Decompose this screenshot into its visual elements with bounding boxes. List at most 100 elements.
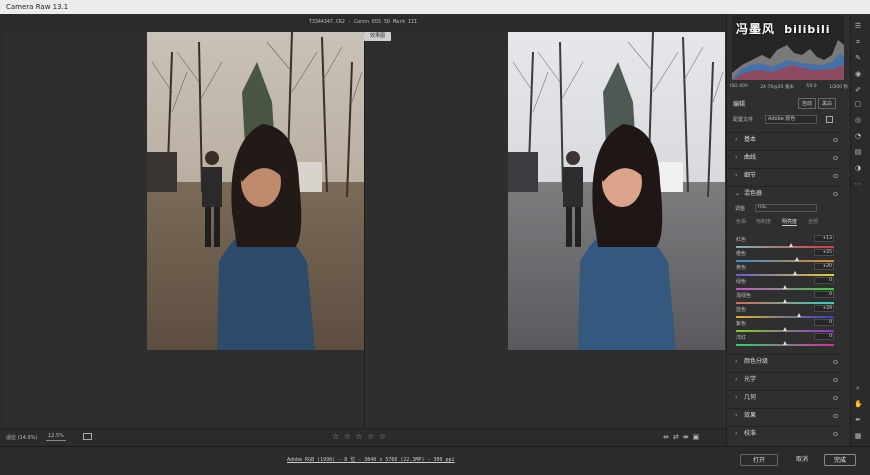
hsl-slider-row[interactable]: 浅绿色 0 <box>736 291 834 306</box>
slider-value-input[interactable]: 0 <box>814 291 834 298</box>
eye-icon[interactable] <box>833 138 838 142</box>
done-button[interactable]: 完成 <box>824 454 856 466</box>
tab-luminance[interactable]: 明亮度 <box>782 218 798 226</box>
hsl-slider-row[interactable]: 橙色 +25 <box>736 249 834 264</box>
spot-removal-icon[interactable]: ✎ <box>854 54 862 62</box>
hsl-slider-row[interactable]: 红色 +13 <box>736 235 834 250</box>
section-geometry[interactable]: › 几何 <box>728 390 840 404</box>
slider-value-input[interactable]: +20 <box>814 263 834 270</box>
eye-icon[interactable] <box>833 192 838 196</box>
profile-select[interactable]: Adobe 颜色 <box>765 115 817 124</box>
slider-thumb[interactable] <box>783 285 787 289</box>
eye-icon[interactable] <box>833 174 838 178</box>
section-label: 混色器 <box>744 190 763 197</box>
slider-value-input[interactable]: +13 <box>814 235 834 242</box>
section-effects[interactable]: › 效果 <box>728 408 840 422</box>
eye-redeye-icon[interactable]: ◔ <box>854 132 862 140</box>
file-name: T3344347.CR2 - Canon EOS 5D Mark III <box>308 19 418 25</box>
hsl-slider-row[interactable]: 紫色 0 <box>736 319 834 334</box>
section-basic[interactable]: › 基本 <box>728 132 840 146</box>
hsl-slider-row[interactable]: 绿色 0 <box>736 277 834 292</box>
workflow-options-link[interactable]: Adobe RGB (1998) - 8 位 - 3840 x 5760 (22… <box>287 456 455 463</box>
section-color-mixer[interactable]: ⌄ 混色器 <box>728 186 840 200</box>
slider-label: 洋红 <box>736 335 747 341</box>
zoom-icon[interactable]: ⌕ <box>854 384 862 392</box>
section-calibration[interactable]: › 校准 <box>728 426 840 440</box>
gradient-icon[interactable]: ▢ <box>854 100 862 108</box>
eye-icon[interactable] <box>833 360 838 364</box>
chevron-right-icon: › <box>735 358 738 365</box>
chevron-right-icon: › <box>735 394 738 401</box>
slider-label: 红色 <box>736 237 747 243</box>
tab-saturation[interactable]: 饱和度 <box>756 218 771 225</box>
auto-button[interactable]: 自动 <box>798 98 817 109</box>
tab-hue[interactable]: 色相 <box>736 218 746 225</box>
slider-label: 紫色 <box>736 321 747 327</box>
presets-icon[interactable]: ▤ <box>854 148 862 156</box>
slider-value-input[interactable]: +25 <box>814 249 834 256</box>
profile-browser-icon[interactable] <box>826 116 833 123</box>
slider-value-input[interactable]: 0 <box>814 319 834 326</box>
snapshot-icon[interactable]: ◑ <box>854 164 862 172</box>
slider-label: 蓝色 <box>736 307 747 313</box>
slider-track[interactable] <box>736 246 834 248</box>
before-photo <box>147 32 364 350</box>
file-info-bar: T3344347.CR2 - Canon EOS 5D Mark III <box>0 14 726 32</box>
hsl-slider-row[interactable]: 黄色 +20 <box>736 263 834 278</box>
hand-icon[interactable]: ✋ <box>854 400 863 408</box>
open-button[interactable]: 打开 <box>740 454 778 466</box>
tab-all[interactable]: 全部 <box>808 218 818 225</box>
view-mode-icons[interactable]: ⇹⇄⇼▣ <box>663 433 703 441</box>
slider-thumb[interactable] <box>783 299 787 303</box>
after-photo <box>508 32 725 350</box>
slider-value-input[interactable]: 0 <box>814 333 834 340</box>
window-title-bar: Camera Raw 13.1 <box>0 0 870 14</box>
slider-value-input[interactable]: 0 <box>814 277 834 284</box>
zoom-level-select[interactable]: 12.5% <box>46 432 66 441</box>
slider-label: 浅绿色 <box>736 293 752 299</box>
red-eye-icon[interactable]: ◉ <box>854 70 862 78</box>
radial-icon[interactable]: ◎ <box>854 116 862 124</box>
slider-thumb[interactable] <box>792 271 797 275</box>
black-white-button[interactable]: 黑白 <box>818 98 837 109</box>
slider-thumb[interactable] <box>797 313 802 317</box>
crop-icon[interactable]: ⌗ <box>854 38 862 46</box>
eye-icon[interactable] <box>833 432 838 436</box>
slider-label: 黄色 <box>736 265 747 271</box>
slider-thumb[interactable] <box>789 243 794 247</box>
slider-track[interactable] <box>736 316 834 318</box>
after-view-tag: 效果图 <box>364 32 392 41</box>
eye-icon[interactable] <box>833 156 838 160</box>
compare-view-icon[interactable] <box>83 433 92 440</box>
slider-track[interactable] <box>736 274 834 276</box>
section-label: 颜色分级 <box>744 358 769 365</box>
section-curve[interactable]: › 曲线 <box>728 150 840 164</box>
sampler-icon[interactable]: ✒ <box>854 416 862 424</box>
rating-stars[interactable]: ☆ ☆ ☆ ☆ ☆ <box>332 432 387 441</box>
hsl-slider-row[interactable]: 蓝色 +29 <box>736 305 834 320</box>
slider-thumb[interactable] <box>795 257 800 261</box>
adjust-label: 调整 <box>735 206 746 212</box>
adjust-select[interactable]: HSL <box>755 204 817 212</box>
section-optics[interactable]: › 光学 <box>728 372 840 386</box>
status-bar: Adobe RGB (1998) - 8 位 - 3840 x 5760 (22… <box>0 446 870 475</box>
zoom-fit-label[interactable]: 适应 (14.9%) <box>6 434 37 441</box>
eye-icon[interactable] <box>833 396 838 400</box>
chevron-right-icon: › <box>735 136 738 143</box>
slider-thumb[interactable] <box>783 341 787 345</box>
watermark-brand: bilibili <box>784 23 831 36</box>
eye-icon[interactable] <box>833 414 838 418</box>
section-color-grading[interactable]: › 颜色分级 <box>728 354 840 368</box>
slider-track[interactable] <box>736 260 834 262</box>
eye-icon[interactable] <box>833 378 838 382</box>
more-icon[interactable]: ⋯ <box>854 180 862 188</box>
slider-label: 绿色 <box>736 279 747 285</box>
slider-thumb[interactable] <box>783 327 787 331</box>
edit-sliders-icon[interactable]: ☰ <box>854 22 862 30</box>
section-detail[interactable]: › 细节 <box>728 168 840 182</box>
masking-icon[interactable]: ✐ <box>854 86 862 94</box>
cancel-button[interactable]: 取消 <box>787 454 817 466</box>
slider-value-input[interactable]: +29 <box>814 305 834 312</box>
grid-toggle-icon[interactable]: ▦ <box>854 432 862 440</box>
hsl-slider-row[interactable]: 洋红 0 <box>736 333 834 348</box>
